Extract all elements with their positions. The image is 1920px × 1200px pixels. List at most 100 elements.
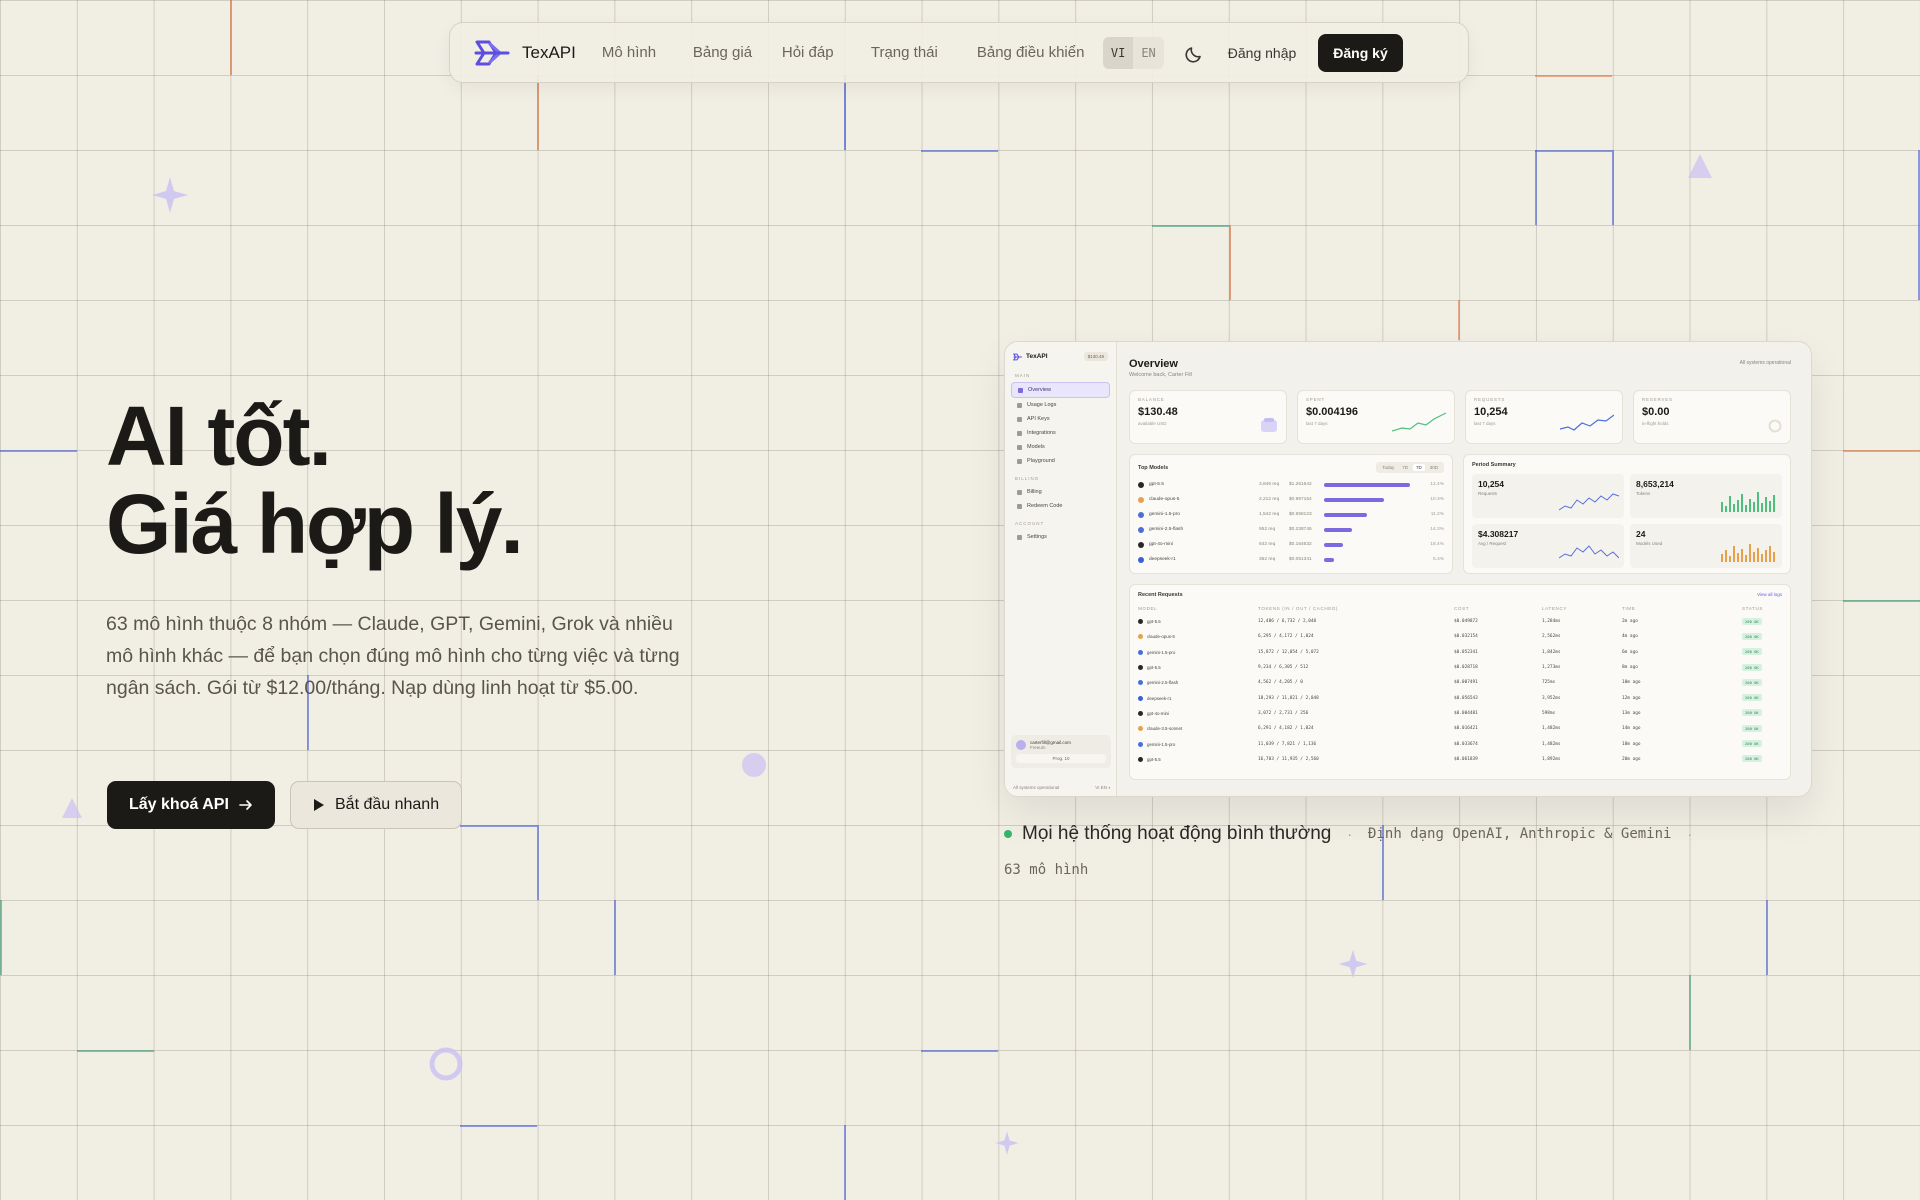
table-row[interactable]: gpt-5.5 16,703 / 11,935 / 2,560 $0.061839 1… (1138, 752, 1782, 767)
nav-link-models[interactable]: Mô hình (602, 42, 693, 63)
table-row[interactable]: claude-opus-5 6,295 / 4,172 / 1,024 $0.032… (1138, 629, 1782, 644)
theme-toggle-button[interactable] (1184, 42, 1206, 64)
list-item[interactable]: gpt-4o-mini 642 req $0.164632 18.4% (1138, 537, 1444, 552)
avg-line-chart (1559, 545, 1619, 559)
list-item[interactable]: claude-opus-5 2,212 req $0.987154 10.3% (1138, 492, 1444, 507)
status-badge: 200 OK (1742, 663, 1762, 671)
table-row[interactable]: gemini-1.5-pro 15,872 / 12,054 / 5,072 $0.… (1138, 645, 1782, 660)
lang-vi-button[interactable]: VI (1102, 36, 1134, 69)
preview-main: Overview Welcome back, Carter Fill All s… (1129, 352, 1791, 780)
table-row[interactable]: claude-3.5-sonnet 6,291 / 4,182 / 1,024 $0… (1138, 721, 1782, 736)
list-item[interactable]: gemini-1.5-pro 1,542 req $0.658123 11.2% (1138, 507, 1444, 522)
kpi-label: SPENT (1306, 397, 1326, 402)
kpi-note: in-flight holds (1642, 421, 1669, 426)
model-icon (1138, 741, 1143, 747)
sidebar-item-overview[interactable]: Overview (1011, 382, 1110, 398)
summary-avg-request: $4.308217 Avg / Request (1472, 524, 1624, 568)
model-requests: 952 req (1259, 527, 1276, 532)
list-item[interactable]: gpt-5.5 3,846 req $1.251642 12.4% (1138, 477, 1444, 492)
hero-title-line-2: Giá hợp lý. (106, 477, 524, 571)
table-row[interactable]: gpt-4o-mini 3,072 / 2,731 / 256 $0.004481 5… (1138, 706, 1782, 721)
brand-logo[interactable]: TexAPI (474, 38, 576, 68)
range-tab-30d[interactable]: 30D (1427, 464, 1441, 471)
preview-welcome: Welcome back, Carter Fill (1129, 372, 1192, 378)
hero-title: AI tốt. Giá hợp lý. (106, 389, 524, 571)
sidebar-item-usage-logs[interactable]: Usage Logs (1011, 398, 1110, 412)
summary-models-used: 24 Models Used (1630, 524, 1782, 568)
cell-model: gpt-4o-mini (1147, 710, 1169, 716)
cell-latency: 1,482ms (1542, 741, 1561, 747)
range-tab-7d[interactable]: 7D (1399, 464, 1411, 471)
terminal-icon (1017, 458, 1022, 464)
lang-en-button[interactable]: EN (1133, 37, 1163, 69)
cell-cost: $0.007491 (1454, 680, 1478, 686)
sidebar-item-billing[interactable]: Billing (1011, 485, 1110, 499)
sparkle-icon (995, 1131, 1019, 1155)
model-icon (1138, 756, 1143, 762)
model-name: gemini-1.5-pro (1149, 512, 1180, 517)
cell-time: 10m ago (1622, 680, 1641, 686)
kpi-card-reserves: RESERVES $0.00 in-flight holds (1633, 390, 1791, 444)
model-name: claude-opus-5 (1149, 497, 1180, 502)
table-row[interactable]: gemini-2.5-flash 4,562 / 4,205 / 0 $0.0074… (1138, 675, 1782, 690)
sidebar-item-integrations[interactable]: Integrations (1011, 426, 1110, 440)
nav-link-pricing[interactable]: Bảng giá (693, 42, 782, 63)
model-percent: 5.4% (1433, 557, 1444, 562)
cell-time: 2m ago (1622, 619, 1638, 625)
nav-link-dashboard[interactable]: Bảng điều khiển (977, 42, 1097, 63)
range-tab-today[interactable]: Today (1379, 464, 1397, 471)
cell-tokens: 6,291 / 4,182 / 1,024 (1258, 726, 1314, 732)
kpi-card-requests: REQUESTS 10,254 last 7 days (1465, 390, 1623, 444)
model-icon (1138, 619, 1143, 625)
kpi-value: $0.00 (1642, 406, 1670, 418)
model-cost: $0.051341 (1289, 557, 1312, 562)
nav-link-faq[interactable]: Hỏi đáp (782, 42, 871, 63)
quick-start-button[interactable]: Bắt đầu nhanh (290, 781, 463, 829)
table-row[interactable]: gpt-5.5 12,486 / 6,732 / 2,048 $0.049872 1,… (1138, 614, 1782, 629)
cell-latency: 3,952ms (1542, 695, 1561, 701)
cell-latency: 725ms (1542, 680, 1556, 686)
column-header: MODEL (1138, 605, 1158, 611)
summary-requests: 10,254 Requests (1472, 474, 1624, 518)
sidebar-item-api-keys[interactable]: API Keys (1011, 412, 1110, 426)
period-summary-panel: Period Summary 10,254 Requests 8,653,214… (1463, 454, 1791, 574)
table-row[interactable]: gpt-5.5 9,234 / 6,305 / 512 $0.028718 1,273… (1138, 660, 1782, 675)
sidebar-item-models[interactable]: Models (1011, 440, 1110, 454)
status-badge: 200 OK (1742, 678, 1762, 686)
login-link[interactable]: Đăng nhập (1228, 45, 1297, 61)
table-row[interactable]: gemini-1.5-pro 11,039 / 7,821 / 1,136 $0.0… (1138, 736, 1782, 751)
model-icon (1138, 726, 1143, 732)
separator-dot: · (1687, 826, 1693, 842)
grid-accent (230, 0, 232, 75)
user-action[interactable]: Prog. 10 (1016, 754, 1106, 763)
hero-title-line-1: AI tốt. (106, 389, 332, 483)
grid-accent (0, 900, 2, 975)
list-item[interactable]: deepseek-r1 362 req $0.051341 5.4% (1138, 552, 1444, 567)
cell-latency: 1,273ms (1542, 665, 1561, 671)
sidebar-item-label: Settings (1027, 534, 1047, 540)
view-all-logs-link[interactable]: View all logs (1757, 592, 1782, 598)
signup-button[interactable]: Đăng ký (1318, 33, 1403, 72)
sidebar-item-playground[interactable]: Playground (1011, 454, 1110, 468)
spent-sparkline (1392, 412, 1446, 432)
requests-sparkline (1560, 414, 1614, 431)
cell-tokens: 12,486 / 6,732 / 2,048 (1258, 619, 1317, 625)
model-count-text: 63 mô hình (1004, 862, 1089, 878)
status-badge: 200 OK (1742, 755, 1762, 763)
grid-accent (1535, 150, 1537, 225)
table-row[interactable]: deepseek-r1 18,293 / 11,821 / 2,048 $0.056… (1138, 690, 1782, 705)
moon-icon (1185, 46, 1201, 63)
sidebar-lang-toggle[interactable]: VI EN ◐ (1095, 785, 1111, 790)
sidebar-item-redeem-code[interactable]: Redeem Code (1011, 499, 1110, 513)
nav-link-status[interactable]: Trạng thái (871, 42, 977, 63)
range-tab-7d-active[interactable]: 7D (1412, 464, 1425, 471)
texapi-logo-icon (1013, 353, 1022, 360)
list-item[interactable]: gemini-2.5-flash 952 req $0.238745 14.3% (1138, 522, 1444, 537)
cell-time: 14m ago (1622, 726, 1641, 732)
model-share-bar (1324, 527, 1353, 532)
sidebar-item-settings[interactable]: Settings (1011, 530, 1110, 544)
get-api-key-button[interactable]: Lấy khoá API (107, 781, 275, 829)
model-cost: $0.238745 (1289, 527, 1312, 532)
preview-user-card[interactable]: carterfill@gmail.com Freeum Prog. 10 (1011, 735, 1111, 768)
cell-time: 6m ago (1622, 649, 1638, 655)
